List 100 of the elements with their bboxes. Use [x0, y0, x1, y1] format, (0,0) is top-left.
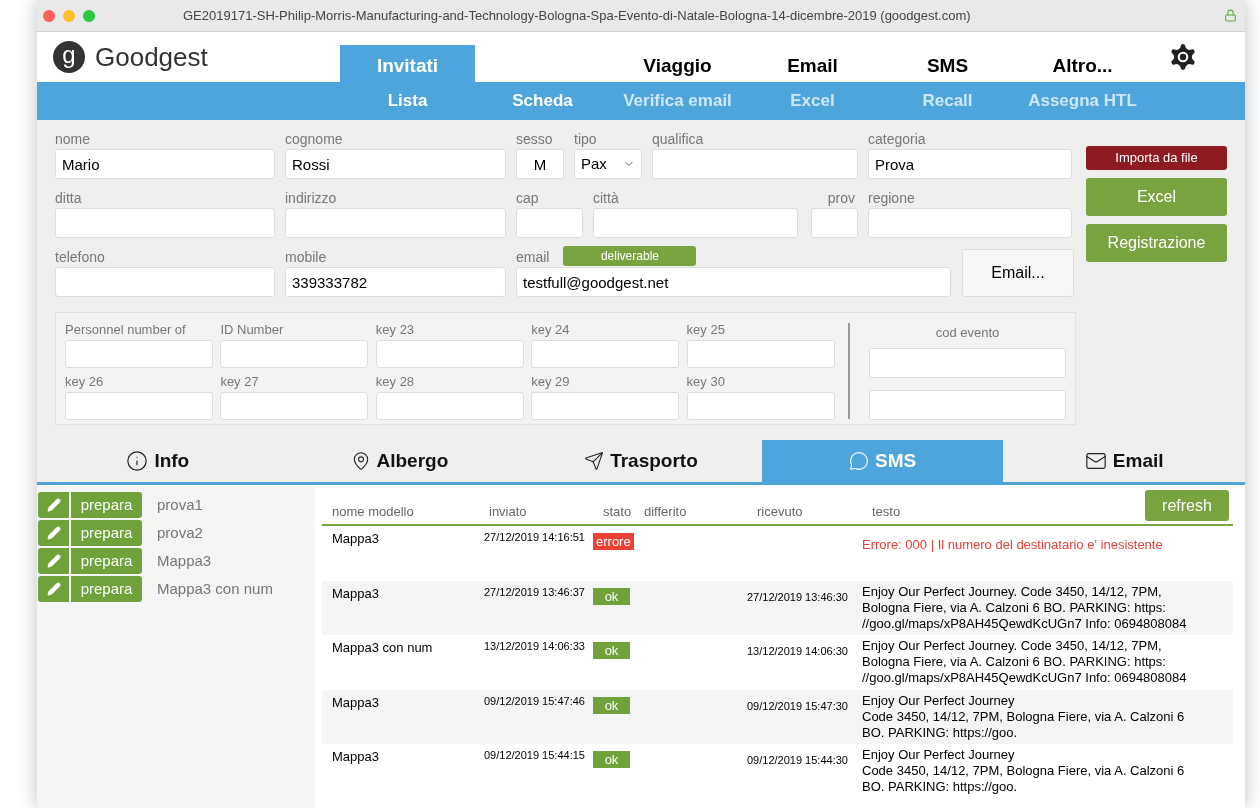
field-label: indirizzo: [285, 189, 338, 208]
message-text: Enjoy Our Perfect Journey. Code 3450, 14/12, 7PM, Bologna Fiere, via A. Calzoni 6 BO. PARKING: https: //goo.gl/maps/xP8AH45QewdKcUGn7 Info: 0694808084: [862, 583, 1187, 633]
input-field[interactable]: [869, 390, 1066, 420]
table-cell-text: Mappa3: [331, 530, 380, 548]
field-label: regione: [868, 189, 916, 208]
chat-bubble-icon: [849, 451, 869, 471]
input-field[interactable]: [375, 340, 524, 368]
input-field[interactable]: [652, 149, 858, 179]
table-cell: 09/12/2019 15:44:30: [747, 754, 848, 766]
input-field[interactable]: [868, 208, 1072, 238]
input-field[interactable]: [375, 392, 524, 420]
input-field[interactable]: [55, 267, 275, 297]
field-label: nome: [55, 130, 92, 149]
table-cell: 13/12/2019 14:06:30: [747, 645, 848, 657]
field-label: sesso: [516, 130, 554, 149]
email-field[interactable]: testfull@goodgest.net: [516, 267, 951, 297]
field-label: ditta: [55, 189, 83, 208]
nav-tab[interactable]: SMS: [880, 45, 1015, 82]
action-button[interactable]: Importa da file: [1086, 146, 1227, 170]
section-tab[interactable]: Albergo: [278, 440, 521, 482]
message-text: Enjoy Our Perfect Journey Code 3450, 14/12, 7PM, Bologna Fiere, via A. Calzoni 6 BO. PARKING: https://goo.: [862, 692, 1185, 742]
input-field[interactable]: [531, 392, 680, 420]
input-field[interactable]: [869, 348, 1066, 378]
input-field[interactable]: Prova: [868, 149, 1072, 179]
section-tab[interactable]: Info: [37, 440, 279, 482]
field-label: telefono: [55, 248, 106, 267]
field-label: key 26: [65, 373, 105, 391]
edit-button[interactable]: [38, 520, 69, 546]
input-field[interactable]: [285, 208, 506, 238]
input-field[interactable]: [65, 340, 213, 368]
pencil-icon: [46, 554, 61, 568]
field-label: key 28: [375, 373, 416, 391]
column-header: nome modello: [331, 502, 415, 521]
field-label: città: [593, 189, 620, 208]
field-label: mobile: [285, 248, 328, 267]
table-cell-text: 27/12/2019 14:16:51: [483, 530, 586, 545]
field-label: tipo: [574, 130, 598, 149]
type-select[interactable]: Pax: [574, 149, 642, 179]
status-badge: ok: [593, 696, 630, 714]
input-field[interactable]: [55, 208, 275, 238]
input-field[interactable]: Rossi: [285, 149, 506, 179]
input-field[interactable]: [811, 208, 858, 238]
template-name: Mappa3 con num: [157, 578, 273, 599]
lock-icon: [1224, 9, 1237, 22]
logo-mark: g: [53, 41, 85, 73]
field-label: cognome: [285, 130, 344, 149]
edit-button[interactable]: [38, 548, 69, 574]
field-label: key 29: [531, 373, 571, 391]
field-label: qualifica: [652, 130, 705, 149]
pencil-icon: [46, 526, 61, 540]
input-field[interactable]: Mario: [55, 149, 275, 179]
nav-tab[interactable]: Altro...: [1015, 45, 1150, 82]
template-name: Mappa3: [157, 550, 212, 571]
nav-tab[interactable]: Viaggio: [610, 45, 745, 82]
input-field[interactable]: M: [516, 149, 564, 179]
column-header: differito: [643, 502, 688, 521]
table-cell-text: 13/12/2019 14:06:33: [483, 639, 586, 654]
table-cell: 09/12/2019 15:47:30: [747, 699, 848, 712]
field-label: cod evento: [934, 324, 1001, 342]
status-badge: errore: [593, 533, 634, 550]
input-field[interactable]: [220, 392, 369, 420]
input-field[interactable]: [686, 392, 835, 420]
table-cell: 27/12/2019 13:46:30: [747, 590, 848, 603]
section-tab[interactable]: Email: [1003, 440, 1245, 482]
input-field[interactable]: [220, 340, 369, 368]
window-title: GE2019171-SH-Philip-Morris-Manufacturing-and-Technology-Bologna-Spa-Evento-di-Natale-Bologna-14-dicembre-2019 (goodgest.com): [183, 6, 972, 25]
table-cell-text: 09/12/2019 15:44:15: [483, 748, 586, 763]
status-badge: ok: [593, 751, 630, 768]
pencil-icon: [46, 582, 61, 596]
status-badge: ok: [593, 587, 630, 605]
field-label: categoria: [868, 130, 927, 149]
field-label: prov: [826, 189, 856, 208]
input-field[interactable]: 339333782: [285, 267, 506, 297]
message-text: Enjoy Our Perfect Journey Code 3450, 14/12, 7PM, Bologna Fiere, via A. Calzoni 6 BO. PARKING: https://goo.: [862, 747, 1185, 796]
send-icon: [584, 451, 605, 471]
column-header: testo: [871, 502, 902, 521]
nav-tab[interactable]: Email: [745, 45, 880, 82]
deliverable-badge: deliverable: [563, 245, 697, 266]
minimize-window-button[interactable]: [63, 9, 75, 22]
input-field[interactable]: [686, 340, 835, 368]
edit-button[interactable]: [38, 576, 69, 602]
input-field[interactable]: [593, 208, 798, 238]
email-button[interactable]: Email...: [962, 249, 1074, 297]
column-header: stato: [602, 502, 633, 521]
template-name: prova1: [157, 494, 203, 515]
mail-icon: [1084, 450, 1107, 472]
input-field[interactable]: [531, 340, 680, 368]
section-tab[interactable]: Trasporto: [520, 440, 762, 482]
close-window-button[interactable]: [43, 9, 55, 22]
edit-button[interactable]: [38, 492, 69, 518]
zoom-window-button[interactable]: [83, 9, 95, 22]
message-text: Errore: 000 | Il numero del destinatario e' inesistente: [862, 536, 1163, 554]
status-badge: ok: [593, 642, 630, 659]
field-label: ID Number: [220, 321, 285, 339]
info-icon: [126, 450, 149, 472]
input-field[interactable]: [65, 392, 213, 420]
input-field[interactable]: [516, 208, 583, 238]
logo-wordmark: Goodgest: [95, 40, 208, 74]
field-label: email: [516, 248, 550, 267]
pencil-icon: [46, 498, 61, 512]
